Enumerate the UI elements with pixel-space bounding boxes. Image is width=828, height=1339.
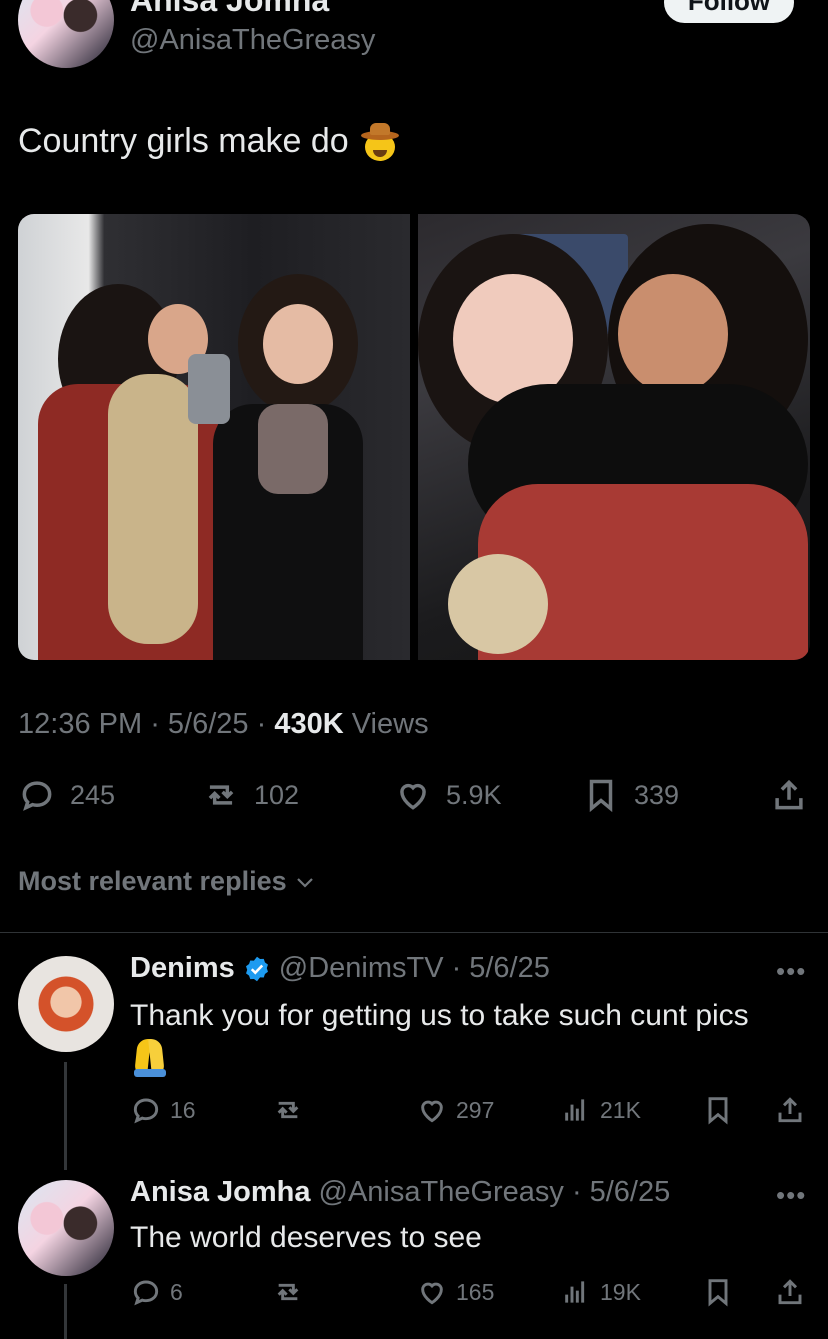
reply-handle[interactable]: @DenimsTV [279, 952, 444, 985]
share-icon [775, 779, 803, 810]
repost-button[interactable] [272, 1276, 304, 1308]
views-count: 19K [600, 1278, 641, 1305]
reply-date[interactable]: 5/6/25 [469, 952, 550, 985]
heart-icon [400, 783, 426, 810]
follow-button[interactable]: Follow [664, 0, 794, 23]
reply-count: 16 [170, 1096, 196, 1123]
reply-action-bar: 16 297 21K [130, 1094, 810, 1130]
reply-header: Denims @DenimsTV · 5/6/25 [130, 952, 550, 985]
bookmark-count: 339 [634, 779, 680, 810]
post-media [18, 214, 810, 660]
like-button[interactable]: 5.9K [394, 776, 502, 814]
repost-icon [277, 1283, 299, 1301]
cowboy-face-emoji-icon [360, 122, 399, 161]
more-options-icon[interactable]: ••• [776, 956, 806, 987]
views-count: 21K [600, 1096, 641, 1123]
reply-text: Thank you for getting us to take such cu… [130, 994, 770, 1081]
analytics-icon [565, 1099, 585, 1121]
repost-count: 102 [254, 779, 300, 810]
photo-2[interactable] [418, 214, 810, 660]
reply-text-body: Thank you for getting us to take such cu… [130, 999, 749, 1032]
post-meta: 12:36 PM · 5/6/25 · 430K Views [18, 708, 429, 740]
share-button[interactable] [774, 1276, 806, 1308]
bookmark-icon [708, 1097, 728, 1125]
reply-author-name[interactable]: Denims [130, 952, 235, 985]
like-button[interactable]: 297 [416, 1094, 494, 1126]
reply-count: 245 [70, 779, 116, 810]
analytics-icon [565, 1281, 585, 1303]
reply-icon [133, 1280, 159, 1306]
bookmark-icon [708, 1279, 728, 1307]
like-count: 297 [456, 1096, 495, 1123]
repost-icon [208, 785, 234, 805]
photo-1[interactable] [18, 214, 410, 660]
bookmark-button[interactable] [702, 1276, 734, 1308]
views-label: Views [351, 708, 429, 740]
repost-button[interactable] [272, 1094, 304, 1126]
author-handle[interactable]: @AnisaTheGreasy [130, 24, 375, 57]
reply-action-bar: 6 165 19K [130, 1276, 810, 1312]
verified-badge-icon [245, 956, 268, 981]
share-button[interactable] [774, 1094, 806, 1126]
post-date[interactable]: 5/6/25 [168, 708, 249, 740]
reply-date[interactable]: 5/6/25 [590, 1176, 671, 1209]
reply-button[interactable]: 245 [18, 776, 115, 814]
replies-sort-dropdown[interactable]: Most relevant replies [18, 866, 317, 897]
chevron-down-icon [296, 877, 313, 888]
bookmark-button[interactable]: 339 [582, 776, 679, 814]
reply-header: Anisa Jomha @AnisaTheGreasy · 5/6/25 [130, 1176, 671, 1209]
bookmark-icon [589, 779, 613, 813]
divider [0, 932, 828, 933]
author-avatar[interactable] [18, 0, 114, 68]
post-text: Country girls make do [18, 122, 399, 161]
views-count: 430K [274, 708, 344, 740]
folded-hands-emoji-icon [130, 1037, 170, 1077]
reply-text: The world deserves to see [130, 1221, 482, 1254]
like-count: 5.9K [446, 779, 502, 810]
share-button[interactable] [770, 776, 808, 814]
heart-icon [421, 1100, 443, 1123]
more-options-icon[interactable]: ••• [776, 1180, 806, 1211]
reply-icon [133, 1098, 159, 1124]
post-text-body: Country girls make do [18, 122, 349, 160]
bookmark-button[interactable] [702, 1094, 734, 1126]
like-button[interactable]: 165 [416, 1276, 494, 1308]
post-action-bar: 245 102 5.9K 339 [18, 776, 810, 820]
reply-icon [22, 781, 52, 811]
views-button[interactable]: 21K [560, 1094, 641, 1126]
views-button[interactable]: 19K [560, 1276, 641, 1308]
reply-button[interactable]: 6 [130, 1276, 183, 1308]
reply-avatar[interactable] [18, 1180, 114, 1276]
post-time[interactable]: 12:36 PM [18, 708, 142, 740]
like-count: 165 [456, 1278, 495, 1305]
author-name[interactable]: Anisa Jomha [130, 0, 329, 19]
reply-count: 6 [170, 1278, 183, 1305]
reply-avatar[interactable] [18, 956, 114, 1052]
thread-line [64, 1062, 67, 1170]
reply-handle[interactable]: @AnisaTheGreasy [319, 1176, 564, 1209]
reply-button[interactable]: 16 [130, 1094, 196, 1126]
heart-icon [421, 1282, 443, 1305]
reply-author-name[interactable]: Anisa Jomha [130, 1176, 311, 1209]
replies-sort-label: Most relevant replies [18, 866, 287, 896]
share-icon [778, 1097, 802, 1123]
thread-line [64, 1284, 67, 1339]
share-icon [778, 1279, 802, 1305]
repost-icon [277, 1101, 299, 1119]
repost-button[interactable]: 102 [202, 776, 299, 814]
